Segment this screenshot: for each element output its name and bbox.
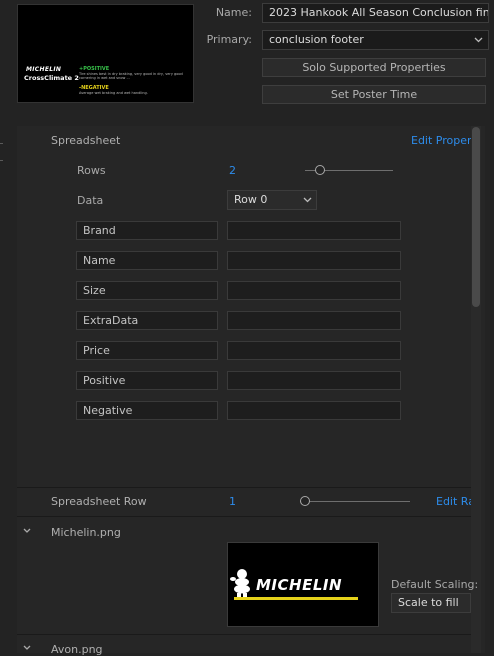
thumb-product: CrossClimate 2 bbox=[24, 74, 79, 82]
spreadsheet-row-value[interactable]: 1 bbox=[229, 495, 236, 508]
rows-value[interactable]: 2 bbox=[229, 164, 236, 177]
field-value-cell[interactable] bbox=[227, 251, 401, 270]
section-divider bbox=[17, 487, 471, 488]
field-name-cell[interactable]: Positive bbox=[76, 371, 218, 390]
edit-range-link[interactable]: Edit Ra bbox=[436, 495, 471, 508]
field-name-cell[interactable]: ExtraData bbox=[76, 311, 218, 330]
field-name-cell[interactable]: Size bbox=[76, 281, 218, 300]
chevron-down-icon bbox=[474, 31, 483, 49]
michelin-image-preview: MICHELIN bbox=[227, 542, 379, 627]
solo-supported-properties-button[interactable]: Solo Supported Properties bbox=[262, 58, 486, 77]
edit-properties-link[interactable]: Edit Propert bbox=[411, 134, 471, 147]
spreadsheet-title: Spreadsheet bbox=[51, 134, 121, 147]
field-value-cell[interactable] bbox=[227, 311, 401, 330]
field-name-cell[interactable]: Negative bbox=[76, 401, 218, 420]
chevron-down-icon bbox=[303, 191, 312, 209]
field-value-cell[interactable] bbox=[227, 281, 401, 300]
rows-slider-knob[interactable] bbox=[314, 165, 325, 175]
thumb-negative-text: Average wet braking and wet handling. bbox=[79, 91, 148, 95]
scrollbar-thumb[interactable] bbox=[472, 127, 480, 307]
default-scaling-label: Default Scaling: bbox=[391, 578, 479, 591]
left-edge-marker bbox=[0, 143, 3, 144]
field-name-cell[interactable]: Price bbox=[76, 341, 218, 360]
michelin-underline bbox=[234, 597, 358, 600]
name-field[interactable]: 2023 Hankook All Season Conclusion final bbox=[262, 3, 489, 23]
section-divider bbox=[17, 634, 471, 635]
rows-label: Rows bbox=[77, 164, 106, 177]
section-divider bbox=[17, 516, 471, 517]
michelin-logo-text: MICHELIN bbox=[256, 576, 343, 594]
default-scaling-select[interactable]: Scale to fill bbox=[391, 593, 471, 613]
spreadsheet-row-slider-knob[interactable] bbox=[300, 496, 310, 506]
thumb-brand: MICHELIN bbox=[26, 66, 62, 73]
primary-label: Primary: bbox=[206, 33, 252, 46]
spreadsheet-row-label: Spreadsheet Row bbox=[51, 495, 147, 508]
field-value-cell[interactable] bbox=[227, 341, 401, 360]
data-select[interactable]: Row 0 bbox=[227, 190, 317, 210]
chevron-down-icon bbox=[23, 528, 31, 533]
field-value-cell[interactable] bbox=[227, 401, 401, 420]
primary-select[interactable]: conclusion footer bbox=[262, 30, 489, 50]
thumb-positive-text: Tire shines best in dry braking, very go… bbox=[79, 72, 183, 80]
field-value-cell[interactable] bbox=[227, 371, 401, 390]
chevron-down-icon bbox=[23, 645, 31, 650]
primary-value: conclusion footer bbox=[269, 33, 364, 46]
data-label: Data bbox=[77, 194, 104, 207]
collapse-avon-toggle[interactable] bbox=[22, 643, 32, 656]
data-select-value: Row 0 bbox=[234, 193, 268, 206]
spreadsheet-fields: Brand Name Size ExtraData Price Positive… bbox=[76, 221, 402, 421]
set-poster-time-button[interactable]: Set Poster Time bbox=[262, 85, 486, 104]
collapse-michelin-toggle[interactable] bbox=[22, 526, 32, 539]
image-name-michelin: Michelin.png bbox=[51, 526, 121, 539]
left-edge-marker bbox=[0, 160, 3, 161]
name-label: Name: bbox=[215, 6, 252, 19]
field-name-cell[interactable]: Brand bbox=[76, 221, 218, 240]
spreadsheet-row-slider[interactable] bbox=[300, 501, 410, 502]
thumbnail-preview: MICHELIN CrossClimate 2 +POSITIVE Tire s… bbox=[17, 4, 194, 103]
field-name-cell[interactable]: Name bbox=[76, 251, 218, 270]
image-name-avon: Avon.png bbox=[51, 643, 103, 656]
field-value-cell[interactable] bbox=[227, 221, 401, 240]
